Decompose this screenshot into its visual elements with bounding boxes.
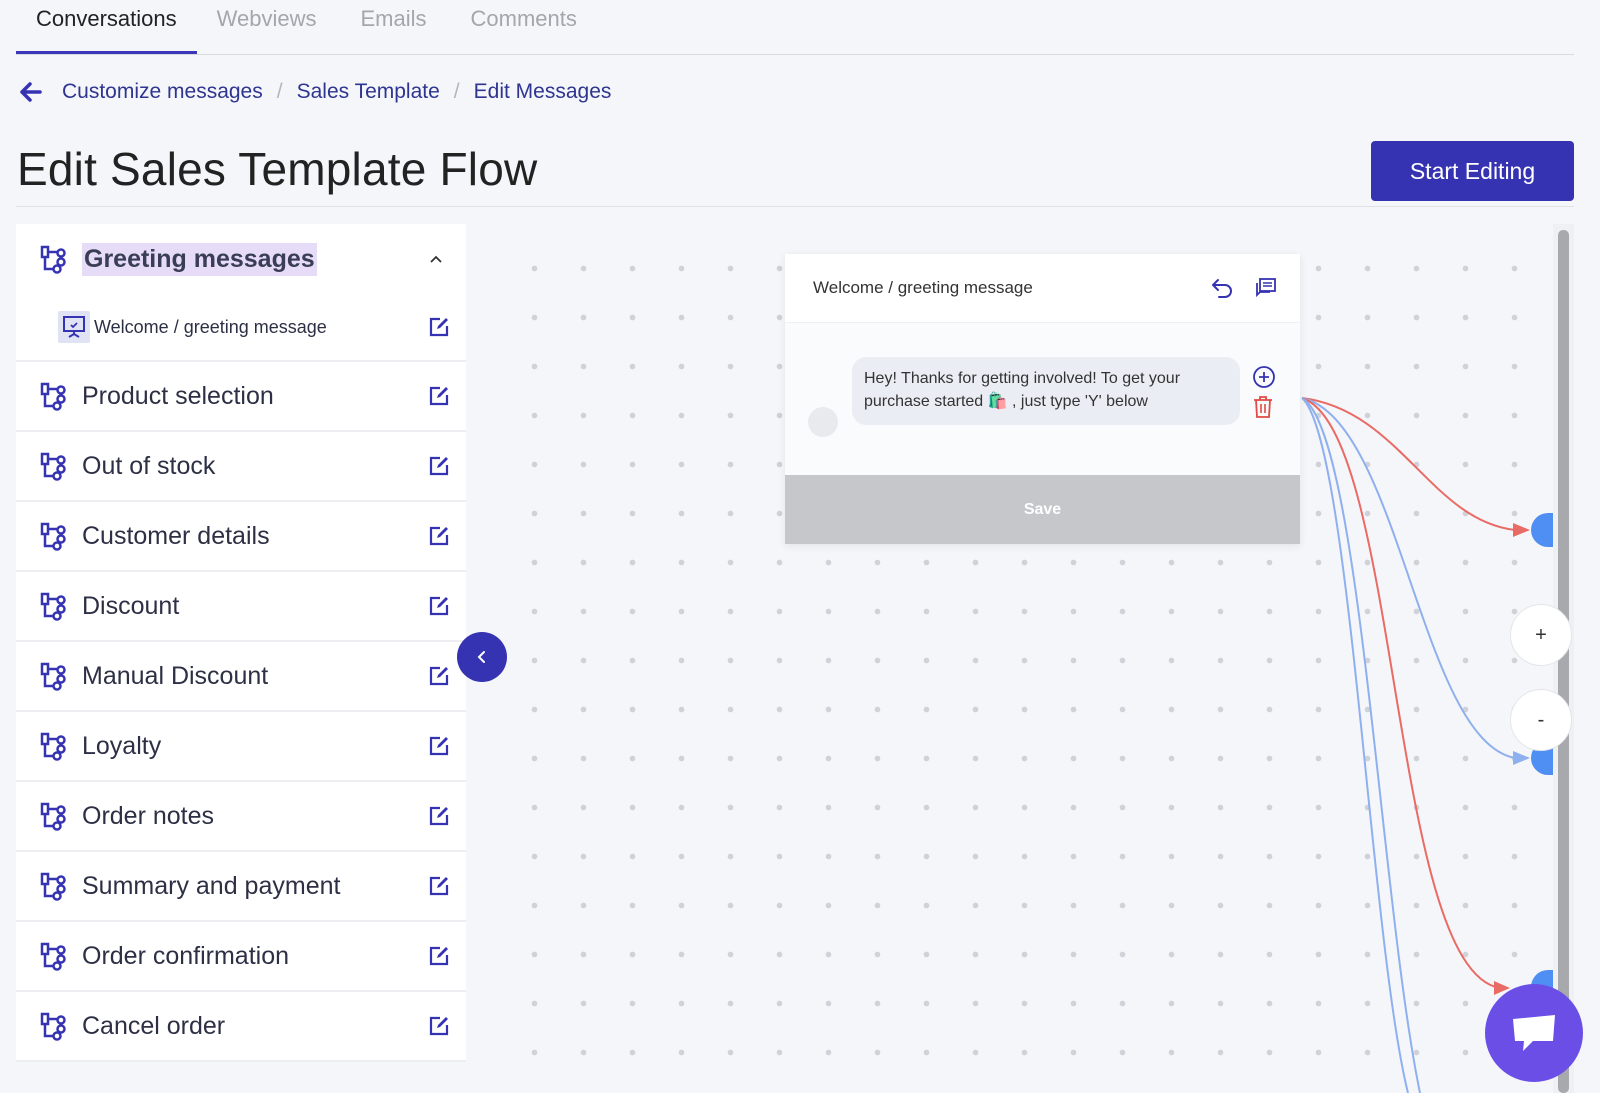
edit-icon[interactable] xyxy=(428,455,450,477)
sidebar-group-label: Out of stock xyxy=(82,451,216,480)
breadcrumb: Customize messages / Sales Template / Ed… xyxy=(20,80,611,104)
start-editing-button[interactable]: Start Editing xyxy=(1371,141,1574,201)
flow-icon xyxy=(40,245,66,274)
sidebar-group-header[interactable]: Greeting messages xyxy=(16,224,466,294)
sidebar-group-label: Discount xyxy=(82,591,180,620)
breadcrumb-customize-messages[interactable]: Customize messages xyxy=(62,80,263,104)
tab-conversations[interactable]: Conversations xyxy=(16,0,197,54)
page-title: Edit Sales Template Flow xyxy=(17,143,538,195)
title-divider xyxy=(16,206,1574,207)
flow-icon xyxy=(40,942,66,971)
sidebar-group-label: Greeting messages xyxy=(82,242,317,276)
sidebar-group-label: Order confirmation xyxy=(82,941,290,970)
breadcrumb-sales-template[interactable]: Sales Template xyxy=(297,80,440,104)
sidebar-group-label: Order notes xyxy=(82,801,215,830)
edit-icon[interactable] xyxy=(428,525,450,547)
sidebar-group-out-of-stock[interactable]: Out of stock xyxy=(16,432,466,502)
flow-icon xyxy=(40,1012,66,1041)
flow-icon xyxy=(40,592,66,621)
message-bubble[interactable]: Hey! Thanks for getting involved! To get… xyxy=(852,357,1240,425)
edit-icon[interactable] xyxy=(428,316,450,338)
trash-icon[interactable] xyxy=(1252,395,1274,419)
breadcrumb-separator: / xyxy=(276,80,283,103)
sidebar-group-label: Loyalty xyxy=(82,731,162,760)
tab-emails[interactable]: Emails xyxy=(341,0,451,54)
sidebar-group-order-confirmation[interactable]: Order confirmation xyxy=(16,922,466,992)
message-node-card[interactable]: Welcome / greeting message Hey! Thanks f… xyxy=(785,254,1300,544)
add-circle-icon[interactable] xyxy=(1252,365,1276,389)
sidebar-group-loyalty[interactable]: Loyalty xyxy=(16,712,466,782)
sidebar-group-label: Summary and payment xyxy=(82,871,341,900)
breadcrumb-edit-messages[interactable]: Edit Messages xyxy=(474,80,612,104)
chat-widget-button[interactable] xyxy=(1485,984,1583,1082)
node-header: Welcome / greeting message xyxy=(785,254,1300,323)
edit-icon[interactable] xyxy=(428,945,450,967)
sidebar-group-discount[interactable]: Discount xyxy=(16,572,466,642)
edit-icon[interactable] xyxy=(428,805,450,827)
sidebar-group-order-notes[interactable]: Order notes xyxy=(16,782,466,852)
chevron-up-icon[interactable] xyxy=(428,251,444,267)
sidebar-group-manual-discount[interactable]: Manual Discount xyxy=(16,642,466,712)
edit-icon[interactable] xyxy=(428,1015,450,1037)
sidebar-group-cancel-order[interactable]: Cancel order xyxy=(16,992,466,1062)
tab-webviews[interactable]: Webviews xyxy=(197,0,341,54)
edit-icon[interactable] xyxy=(428,595,450,617)
sidebar-sub-item-label: Welcome / greeting message xyxy=(94,316,327,337)
sidebar-group-summary-and-payment[interactable]: Summary and payment xyxy=(16,852,466,922)
node-body: Hey! Thanks for getting involved! To get… xyxy=(785,323,1300,475)
undo-icon[interactable] xyxy=(1210,276,1234,300)
sidebar-group-list: Product selection Out of stock Customer de… xyxy=(16,362,466,1062)
chevron-left-icon xyxy=(477,651,485,663)
bot-avatar xyxy=(808,407,838,437)
chat-bubble-icon xyxy=(1513,1015,1555,1051)
sidebar-group-label: Cancel order xyxy=(82,1011,226,1040)
tab-comments[interactable]: Comments xyxy=(451,0,601,54)
flow-icon xyxy=(40,732,66,761)
flow-icon xyxy=(40,522,66,551)
node-title: Welcome / greeting message xyxy=(813,278,1033,297)
tab-bar: Conversations Webviews Emails Comments xyxy=(16,0,1574,55)
flow-icon xyxy=(40,382,66,411)
flow-icon xyxy=(40,662,66,691)
sidebar-group-label: Customer details xyxy=(82,521,270,550)
edit-icon[interactable] xyxy=(428,665,450,687)
sidebar-group-customer-details[interactable]: Customer details xyxy=(16,502,466,572)
flow-icon xyxy=(40,872,66,901)
sidebar-group-product-selection[interactable]: Product selection xyxy=(16,362,466,432)
flow-icon xyxy=(40,452,66,481)
back-arrow-icon[interactable] xyxy=(20,81,42,103)
save-button[interactable]: Save xyxy=(785,475,1300,544)
edit-icon[interactable] xyxy=(428,385,450,407)
sidebar: Greeting messages Welcome / greeting mes… xyxy=(16,224,466,1062)
scrollbar-thumb[interactable] xyxy=(1558,230,1569,1093)
comments-icon[interactable] xyxy=(1254,276,1278,300)
sidebar-group-label: Product selection xyxy=(82,381,274,410)
zoom-in-button[interactable]: + xyxy=(1510,604,1572,666)
zoom-out-button[interactable]: - xyxy=(1510,689,1572,751)
edit-icon[interactable] xyxy=(428,875,450,897)
breadcrumb-separator: / xyxy=(453,80,460,103)
flow-icon xyxy=(40,802,66,831)
edit-icon[interactable] xyxy=(428,735,450,757)
sidebar-sub-item-welcome[interactable]: Welcome / greeting message xyxy=(16,294,466,360)
sidebar-group-label: Manual Discount xyxy=(82,661,269,690)
message-screen-icon xyxy=(58,311,90,343)
sidebar-group-greeting-messages: Greeting messages Welcome / greeting mes… xyxy=(16,224,466,362)
collapse-sidebar-button[interactable] xyxy=(457,632,507,682)
